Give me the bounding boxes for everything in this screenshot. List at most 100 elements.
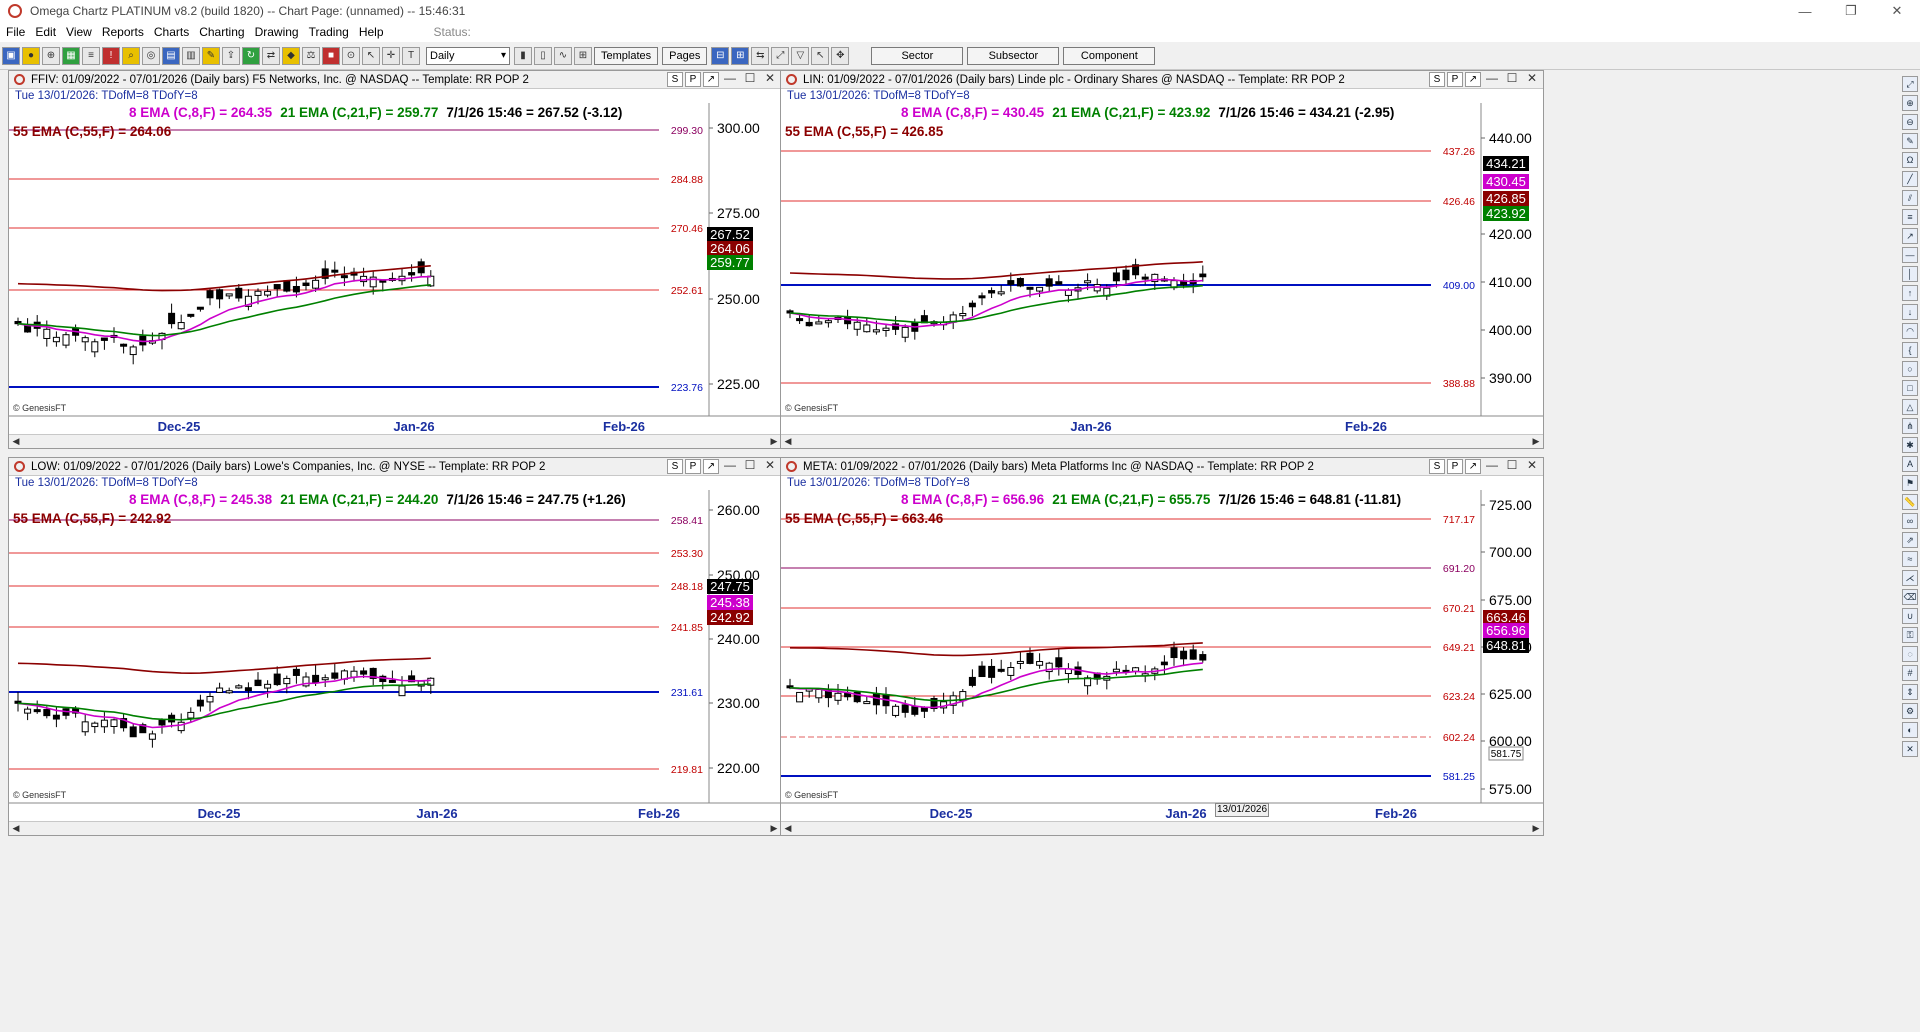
menu-view[interactable]: View xyxy=(66,25,92,39)
speed-icon[interactable]: ⇗ xyxy=(1902,532,1918,548)
panel-popout-button[interactable]: ↗ xyxy=(703,459,719,474)
filter-icon[interactable]: ▽ xyxy=(791,46,810,65)
hide-icon[interactable]: ◌ xyxy=(1902,646,1918,662)
menu-file[interactable]: File xyxy=(6,25,25,39)
panel-minimize-button[interactable]: — xyxy=(721,459,739,474)
alert-icon[interactable]: ! xyxy=(102,46,120,65)
scroll-right-icon[interactable]: ▶ xyxy=(1529,822,1543,835)
layout-icon[interactable]: ⊟ xyxy=(711,46,730,65)
chart-scrollbar[interactable]: ◀ ▶ xyxy=(9,434,781,448)
templates-button[interactable]: Templates xyxy=(594,46,659,65)
menu-charting[interactable]: Charting xyxy=(199,25,244,39)
grid-icon[interactable]: ▦ xyxy=(62,46,80,65)
maximize-button[interactable]: ❐ xyxy=(1828,0,1874,22)
export-icon[interactable]: ⇪ xyxy=(222,46,240,65)
text-icon[interactable]: T xyxy=(402,46,420,65)
panel-close-button[interactable]: ✕ xyxy=(1523,459,1541,474)
chart-scrollbar[interactable]: ◀ ▶ xyxy=(781,821,1543,835)
scale-icon[interactable]: ⚖ xyxy=(302,46,320,65)
lock-icon[interactable]: ⚿ xyxy=(1902,627,1918,643)
scroll-right-icon[interactable]: ▶ xyxy=(767,435,781,448)
price-chart[interactable]: 717.17 691.20 670.21 649.21 623.24 602.24 581.… xyxy=(781,490,1543,820)
trade-icon[interactable]: ⇄ xyxy=(262,46,280,65)
panel-s-button[interactable]: S xyxy=(1429,72,1445,87)
circle-icon[interactable]: ○ xyxy=(1902,361,1918,377)
tile-icon[interactable]: ⊞ xyxy=(731,46,750,65)
list-icon[interactable]: ≡ xyxy=(82,46,100,65)
scan-icon[interactable]: ◎ xyxy=(142,46,160,65)
cycle-icon[interactable]: ∞ xyxy=(1902,513,1918,529)
scroll-right-icon[interactable]: ▶ xyxy=(1529,435,1543,448)
arrow-down-icon[interactable]: ↓ xyxy=(1902,304,1918,320)
trendline-icon[interactable]: ╱ xyxy=(1902,171,1918,187)
calendar-icon[interactable]: ▥ xyxy=(182,46,200,65)
panel-s-button[interactable]: S xyxy=(667,459,683,474)
bar-chart-icon[interactable]: ▮ xyxy=(514,46,532,65)
fib-icon[interactable]: ≡ xyxy=(1902,209,1918,225)
panel-maximize-button[interactable]: ☐ xyxy=(741,459,759,474)
magnet-icon[interactable]: ∪ xyxy=(1902,608,1918,624)
panel-p-button[interactable]: P xyxy=(685,459,701,474)
panel-close-button[interactable]: ✕ xyxy=(761,72,779,87)
chart-panel-lin[interactable]: LIN: 01/09/2022 - 07/01/2026 (Daily bars… xyxy=(780,70,1544,449)
pencil-icon[interactable]: ✎ xyxy=(202,46,220,65)
zoom-in-icon[interactable]: ⊕ xyxy=(1902,95,1918,111)
scroll-left-icon[interactable]: ◀ xyxy=(9,822,23,835)
subsector-button[interactable]: Subsector xyxy=(967,46,1060,65)
grid-toggle-icon[interactable]: # xyxy=(1902,665,1918,681)
panel-popout-button[interactable]: ↗ xyxy=(1465,459,1481,474)
expand-panel-icon[interactable]: ⤢ xyxy=(1902,76,1918,92)
palette-icon[interactable]: ◐ xyxy=(1902,722,1918,738)
panel-s-button[interactable]: S xyxy=(1429,459,1445,474)
panel-popout-button[interactable]: ↗ xyxy=(1465,72,1481,87)
zoom-icon[interactable]: ⊕ xyxy=(42,46,60,65)
chart-panel-ffiv[interactable]: FFIV: 01/09/2022 - 07/01/2026 (Daily bar… xyxy=(8,70,782,449)
close-button[interactable]: ✕ xyxy=(1874,0,1920,22)
menu-drawing[interactable]: Drawing xyxy=(255,25,299,39)
menu-edit[interactable]: Edit xyxy=(35,25,56,39)
cursor-icon[interactable]: ↖ xyxy=(362,46,380,65)
crosshair-icon[interactable]: ✛ xyxy=(382,46,400,65)
scroll-left-icon[interactable]: ◀ xyxy=(781,435,795,448)
menu-charts[interactable]: Charts xyxy=(154,25,189,39)
component-button[interactable]: Component xyxy=(1063,46,1156,65)
refresh-icon[interactable]: ↻ xyxy=(242,46,260,65)
price-chart[interactable]: 258.41 253.30 248.18 241.85 231.61 219.81 260.… xyxy=(9,490,781,820)
panel-minimize-button[interactable]: — xyxy=(1483,72,1501,87)
ruler-icon[interactable]: 📏 xyxy=(1902,494,1918,510)
panel-maximize-button[interactable]: ☐ xyxy=(741,72,759,87)
nav-icon[interactable]: ⇆ xyxy=(751,46,770,65)
menu-reports[interactable]: Reports xyxy=(102,25,144,39)
erase-icon[interactable]: ⌫ xyxy=(1902,589,1918,605)
search-icon[interactable]: ⌕ xyxy=(122,46,140,65)
stop-icon[interactable]: ■ xyxy=(322,46,340,65)
brace-icon[interactable]: { xyxy=(1902,342,1918,358)
panel-minimize-button[interactable]: — xyxy=(1483,459,1501,474)
andrews-icon[interactable]: ⋌ xyxy=(1902,570,1918,586)
pages-button[interactable]: Pages xyxy=(662,46,708,65)
channel-icon[interactable]: ⫽ xyxy=(1902,190,1918,206)
price-chart[interactable]: 437.26 426.46 409.00 388.88 440.00 420.00 410.… xyxy=(781,103,1543,433)
pointer-icon[interactable]: ↖ xyxy=(811,46,830,65)
arrow-up-icon[interactable]: ↑ xyxy=(1902,285,1918,301)
period-select[interactable]: Daily xyxy=(426,46,510,65)
settings-icon[interactable]: ⚙ xyxy=(1902,703,1918,719)
omega-icon[interactable]: Ω xyxy=(1902,152,1918,168)
chart-panel-meta[interactable]: META: 01/09/2022 - 07/01/2026 (Daily bar… xyxy=(780,457,1544,836)
price-chart[interactable]: 299.30 284.88 270.46 252.61 223.76 300.00 275.… xyxy=(9,103,781,433)
menu-help[interactable]: Help xyxy=(359,25,384,39)
expand-icon[interactable]: ⤢ xyxy=(771,46,790,65)
panel-minimize-button[interactable]: — xyxy=(721,72,739,87)
chart-scrollbar[interactable]: ◀ ▶ xyxy=(9,821,781,835)
panel-close-button[interactable]: ✕ xyxy=(1523,72,1541,87)
panel-maximize-button[interactable]: ☐ xyxy=(1503,459,1521,474)
arc-icon[interactable]: ◠ xyxy=(1902,323,1918,339)
delete-all-icon[interactable]: ✕ xyxy=(1902,741,1918,757)
magnify-icon[interactable]: ⊙ xyxy=(342,46,360,65)
pen-icon[interactable]: ✎ xyxy=(1902,133,1918,149)
ray-icon[interactable]: ↗ xyxy=(1902,228,1918,244)
panel-maximize-button[interactable]: ☐ xyxy=(1503,72,1521,87)
square-icon[interactable]: □ xyxy=(1902,380,1918,396)
chart-panel-low[interactable]: LOW: 01/09/2022 - 07/01/2026 (Daily bars… xyxy=(8,457,782,836)
line-chart-icon[interactable]: ∿ xyxy=(554,46,572,65)
